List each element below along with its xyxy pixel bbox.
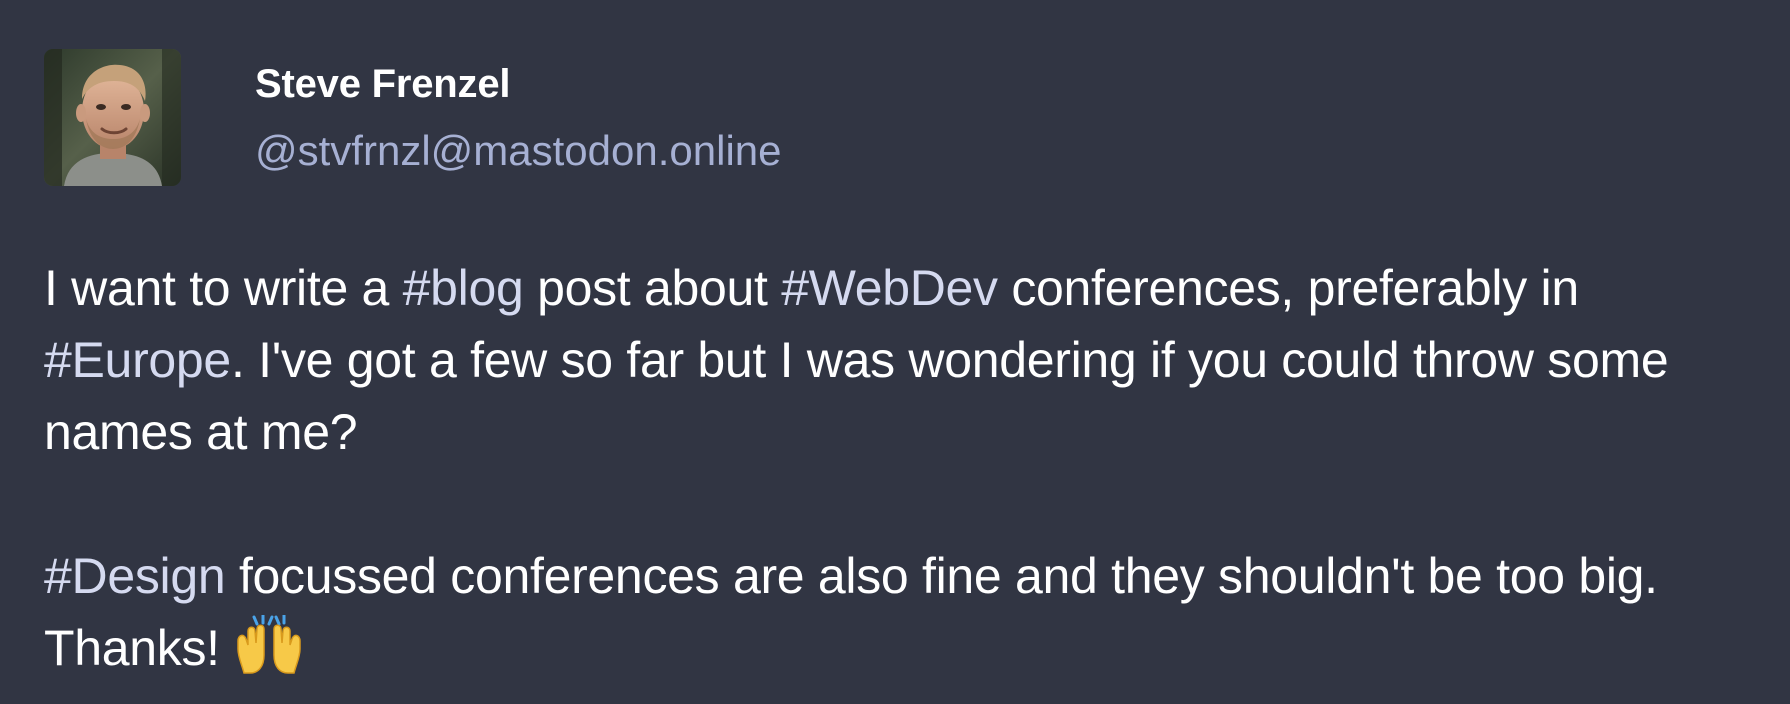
status-text: . I've got a few so far but I was wonder… xyxy=(44,332,1669,460)
status-text: post about xyxy=(523,260,782,316)
raising-hands-emoji-icon xyxy=(232,613,306,675)
avatar[interactable] xyxy=(44,48,181,186)
status-header: Steve Frenzel @stvfrnzl@mastodon.online xyxy=(44,48,1746,186)
status-card: Steve Frenzel @stvfrnzl@mastodon.online … xyxy=(0,0,1790,704)
status-paragraph: I want to write a #blog post about #WebD… xyxy=(44,252,1746,468)
status-text: conferences, preferably in xyxy=(997,260,1579,316)
hashtag-webdev[interactable]: #WebDev xyxy=(781,260,998,316)
status-content: I want to write a #blog post about #WebD… xyxy=(44,252,1746,684)
status-text: I want to write a xyxy=(44,260,403,316)
status-paragraph: #Design focussed conferences are also fi… xyxy=(44,540,1746,684)
hashtag-blog[interactable]: #blog xyxy=(403,260,524,316)
account-handle[interactable]: @stvfrnzl@mastodon.online xyxy=(255,130,782,172)
hashtag-design[interactable]: #Design xyxy=(44,548,226,604)
hashtag-europe[interactable]: #Europe xyxy=(44,332,231,388)
display-name[interactable]: Steve Frenzel xyxy=(255,64,782,104)
author-info: Steve Frenzel @stvfrnzl@mastodon.online xyxy=(255,49,782,186)
user-avatar-photo-icon xyxy=(44,48,181,186)
